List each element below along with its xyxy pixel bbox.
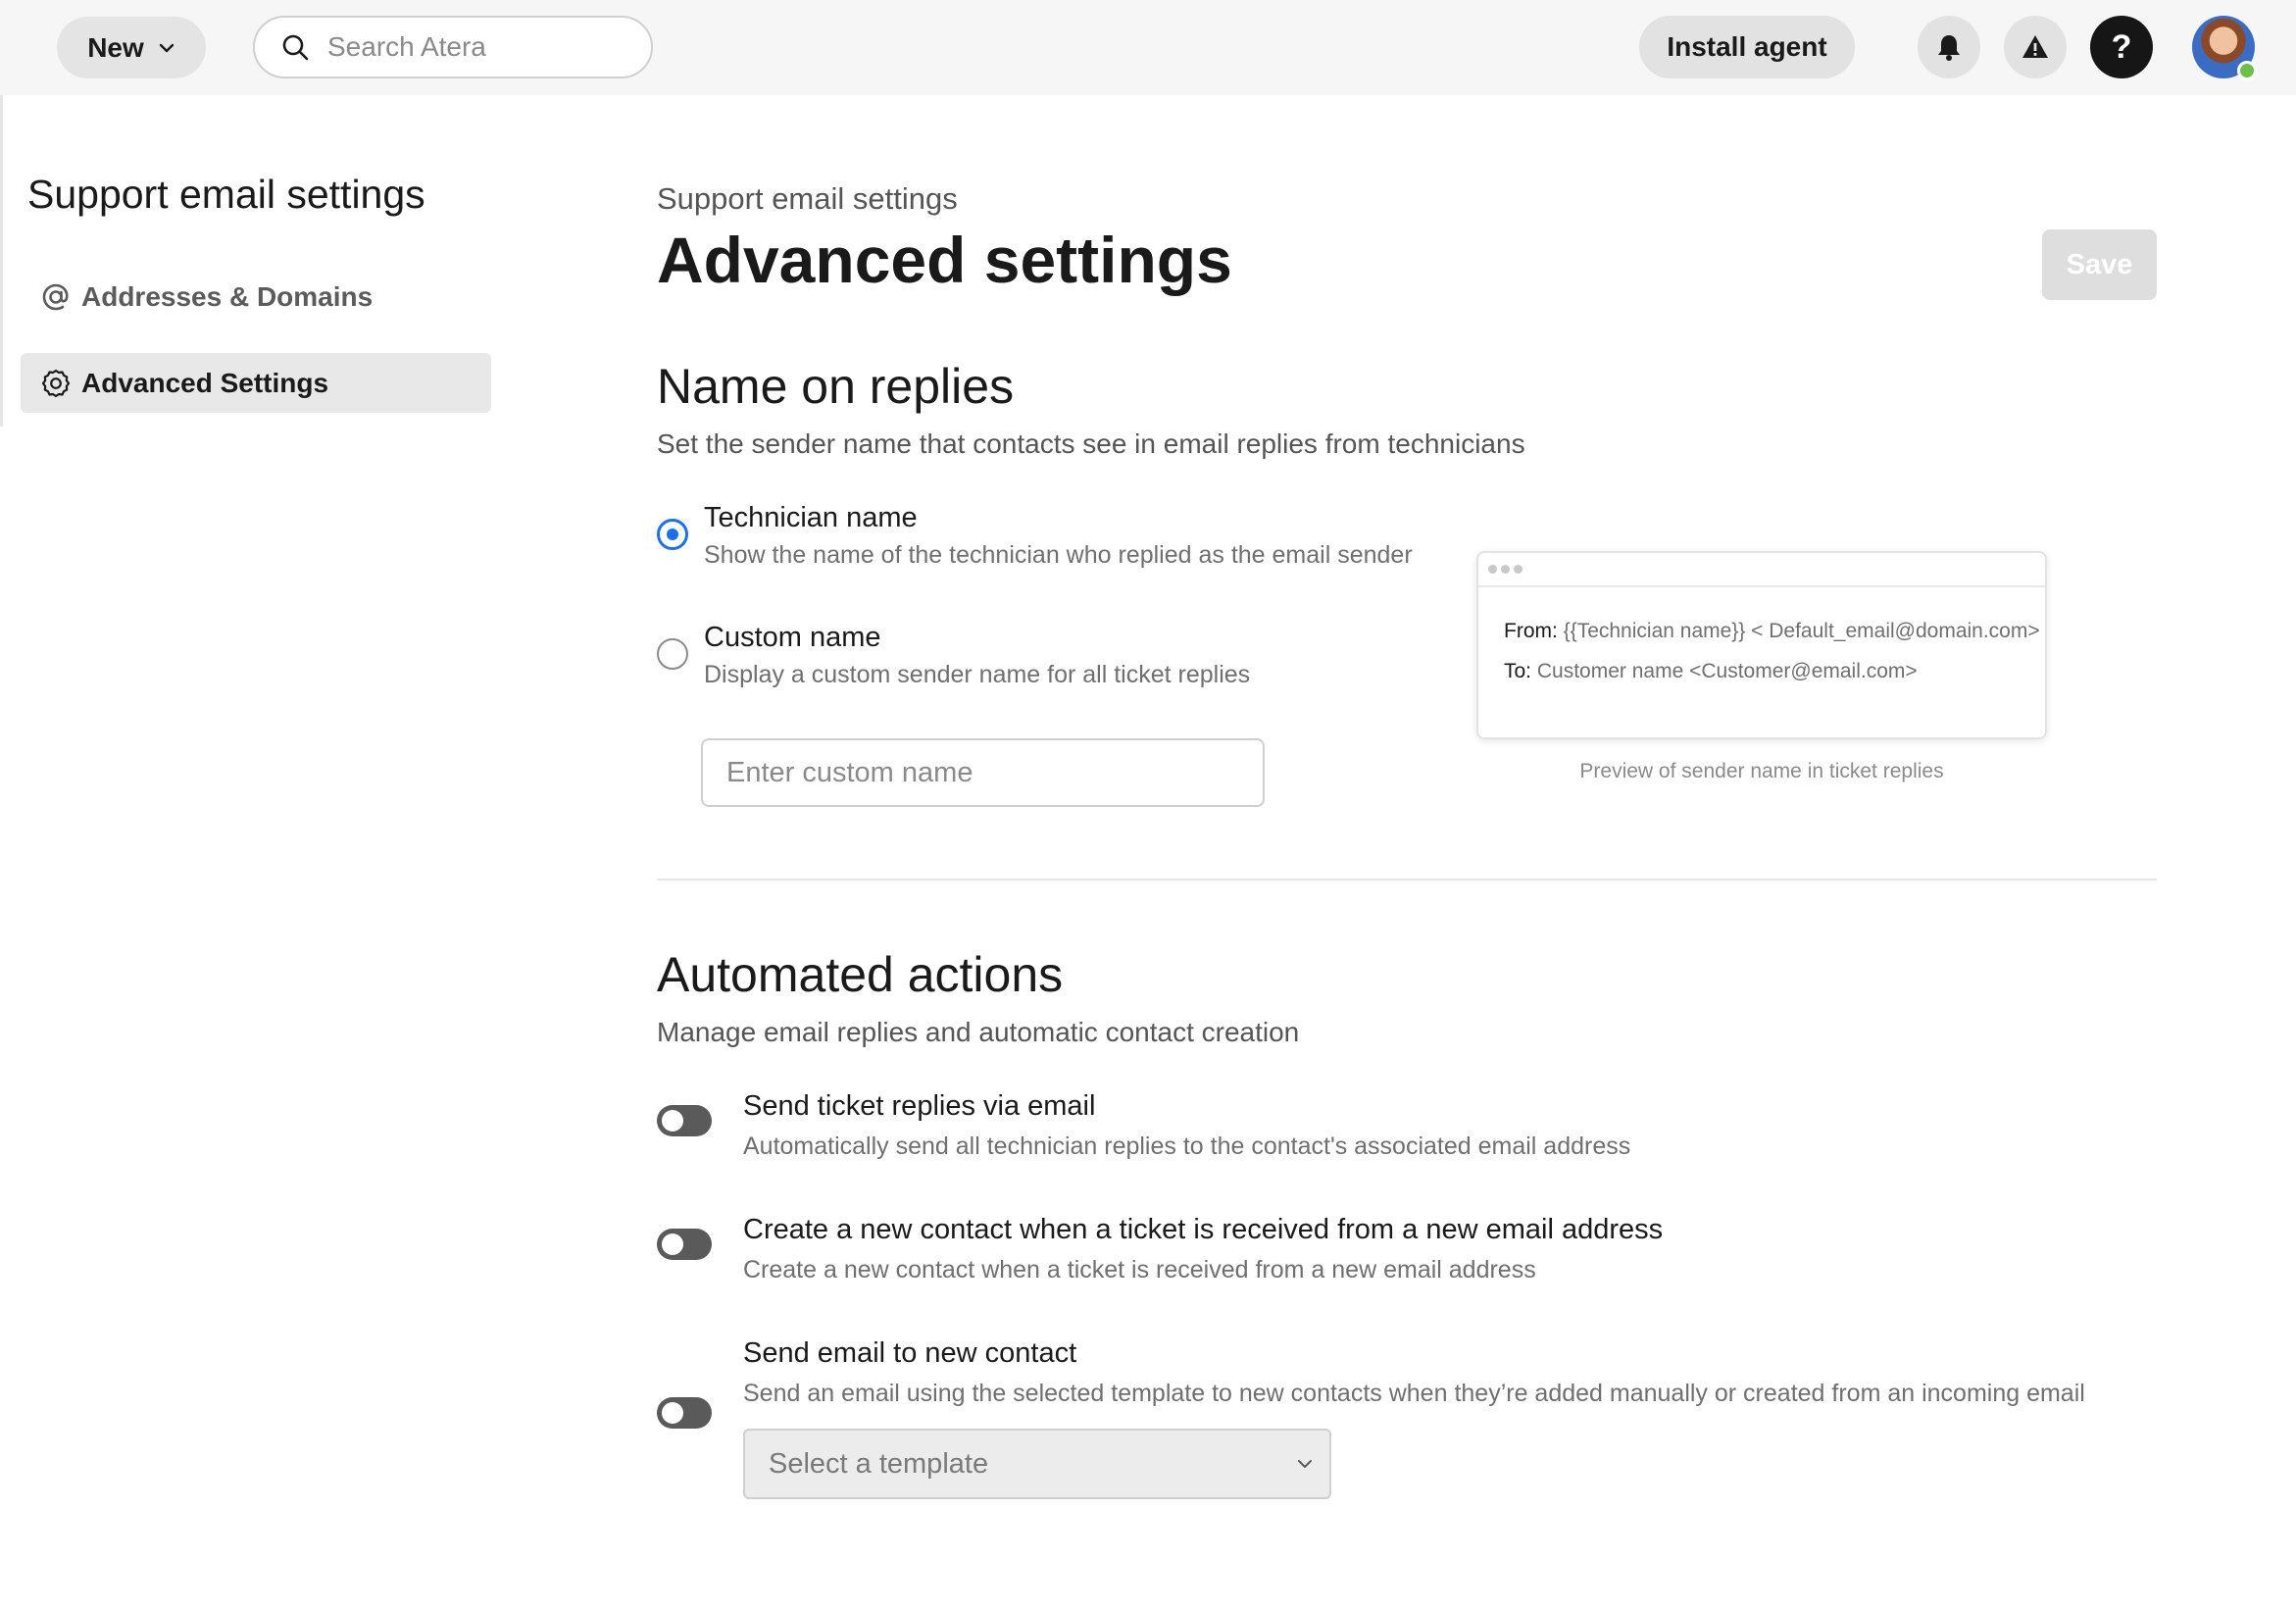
template-select[interactable]: Select a template (743, 1429, 1331, 1499)
custom-name-input[interactable] (701, 738, 1265, 807)
technician-name-label[interactable]: Technician name (704, 502, 918, 534)
create-contact-label: Create a new contact when a ticket is re… (743, 1214, 1664, 1245)
help-button[interactable]: ? (2090, 16, 2153, 78)
sidebar-item-label: Addresses & Domains (81, 280, 374, 312)
email-new-contact-label: Send email to new contact (743, 1337, 1077, 1369)
section-description: Set the sender name that contacts see in… (657, 428, 1525, 459)
at-icon (42, 283, 69, 310)
notifications-button[interactable] (1918, 16, 1980, 78)
section-description: Manage email replies and automatic conta… (657, 1017, 1300, 1047)
chevron-down-icon (1298, 1460, 1312, 1468)
section-title-name-on-replies: Name on replies (657, 359, 1015, 414)
warning-icon (2022, 35, 2048, 58)
create-contact-description: Create a new contact when a ticket is re… (743, 1256, 1536, 1283)
gear-icon (41, 369, 71, 397)
search-box[interactable] (253, 16, 653, 78)
email-new-contact-toggle[interactable] (657, 1397, 712, 1429)
top-bar: New Install agent ? (0, 0, 2296, 95)
preview-to-value: Customer name <Customer@email.com> (1536, 660, 1918, 682)
sender-preview-card: From: {{Technician name}} < Default_emai… (1476, 551, 2047, 739)
preview-from-value: {{Technician name}} < Default_email@doma… (1563, 620, 2040, 642)
window-dot-icon (1514, 565, 1522, 574)
new-button-label: New (87, 31, 144, 63)
chevron-down-icon (159, 43, 174, 52)
online-status-indicator (2237, 61, 2257, 80)
template-select-value: Select a template (769, 1447, 989, 1480)
search-icon (282, 34, 309, 61)
preview-caption: Preview of sender name in ticket replies (1579, 760, 1944, 782)
preview-window-bar (1478, 553, 2045, 587)
send-replies-description: Automatically send all technician replie… (743, 1132, 1631, 1160)
new-button[interactable]: New (57, 17, 206, 78)
custom-name-radio[interactable] (657, 638, 688, 670)
preview-to-key: To: (1504, 660, 1532, 682)
custom-name-description: Display a custom sender name for all tic… (704, 661, 1251, 688)
preview-to-line: To: Customer name <Customer@email.com> (1504, 660, 1918, 683)
send-replies-toggle[interactable] (657, 1105, 712, 1136)
sidebar-item-addresses-domains[interactable]: Addresses & Domains (21, 267, 491, 327)
section-divider (657, 879, 2157, 880)
breadcrumb[interactable]: Support email settings (657, 181, 958, 217)
page-title: Advanced settings (657, 224, 1232, 296)
send-replies-label: Send ticket replies via email (743, 1090, 1096, 1122)
install-agent-button[interactable]: Install agent (1639, 16, 1855, 78)
sidebar-item-label: Advanced Settings (81, 367, 329, 398)
technician-name-description: Show the name of the technician who repl… (704, 541, 1413, 569)
create-contact-toggle[interactable] (657, 1229, 712, 1260)
search-input[interactable] (327, 31, 622, 63)
email-new-contact-description: Send an email using the selected templat… (743, 1380, 2085, 1407)
technician-name-radio[interactable] (657, 519, 688, 550)
sidebar-item-advanced-settings[interactable]: Advanced Settings (21, 353, 491, 413)
preview-from-line: From: {{Technician name}} < Default_emai… (1504, 620, 2040, 643)
avatar[interactable] (2192, 16, 2257, 80)
sidebar: Support email settings Addresses & Domai… (0, 95, 500, 427)
custom-name-label[interactable]: Custom name (704, 622, 881, 654)
window-dot-icon (1501, 565, 1510, 574)
window-dot-icon (1488, 565, 1497, 574)
save-button[interactable]: Save (2042, 229, 2157, 300)
alerts-button[interactable] (2004, 16, 2067, 78)
section-title-automated-actions: Automated actions (657, 947, 1064, 1002)
preview-from-key: From: (1504, 620, 1558, 642)
bell-icon (1938, 35, 1960, 61)
sidebar-title: Support email settings (27, 172, 425, 217)
